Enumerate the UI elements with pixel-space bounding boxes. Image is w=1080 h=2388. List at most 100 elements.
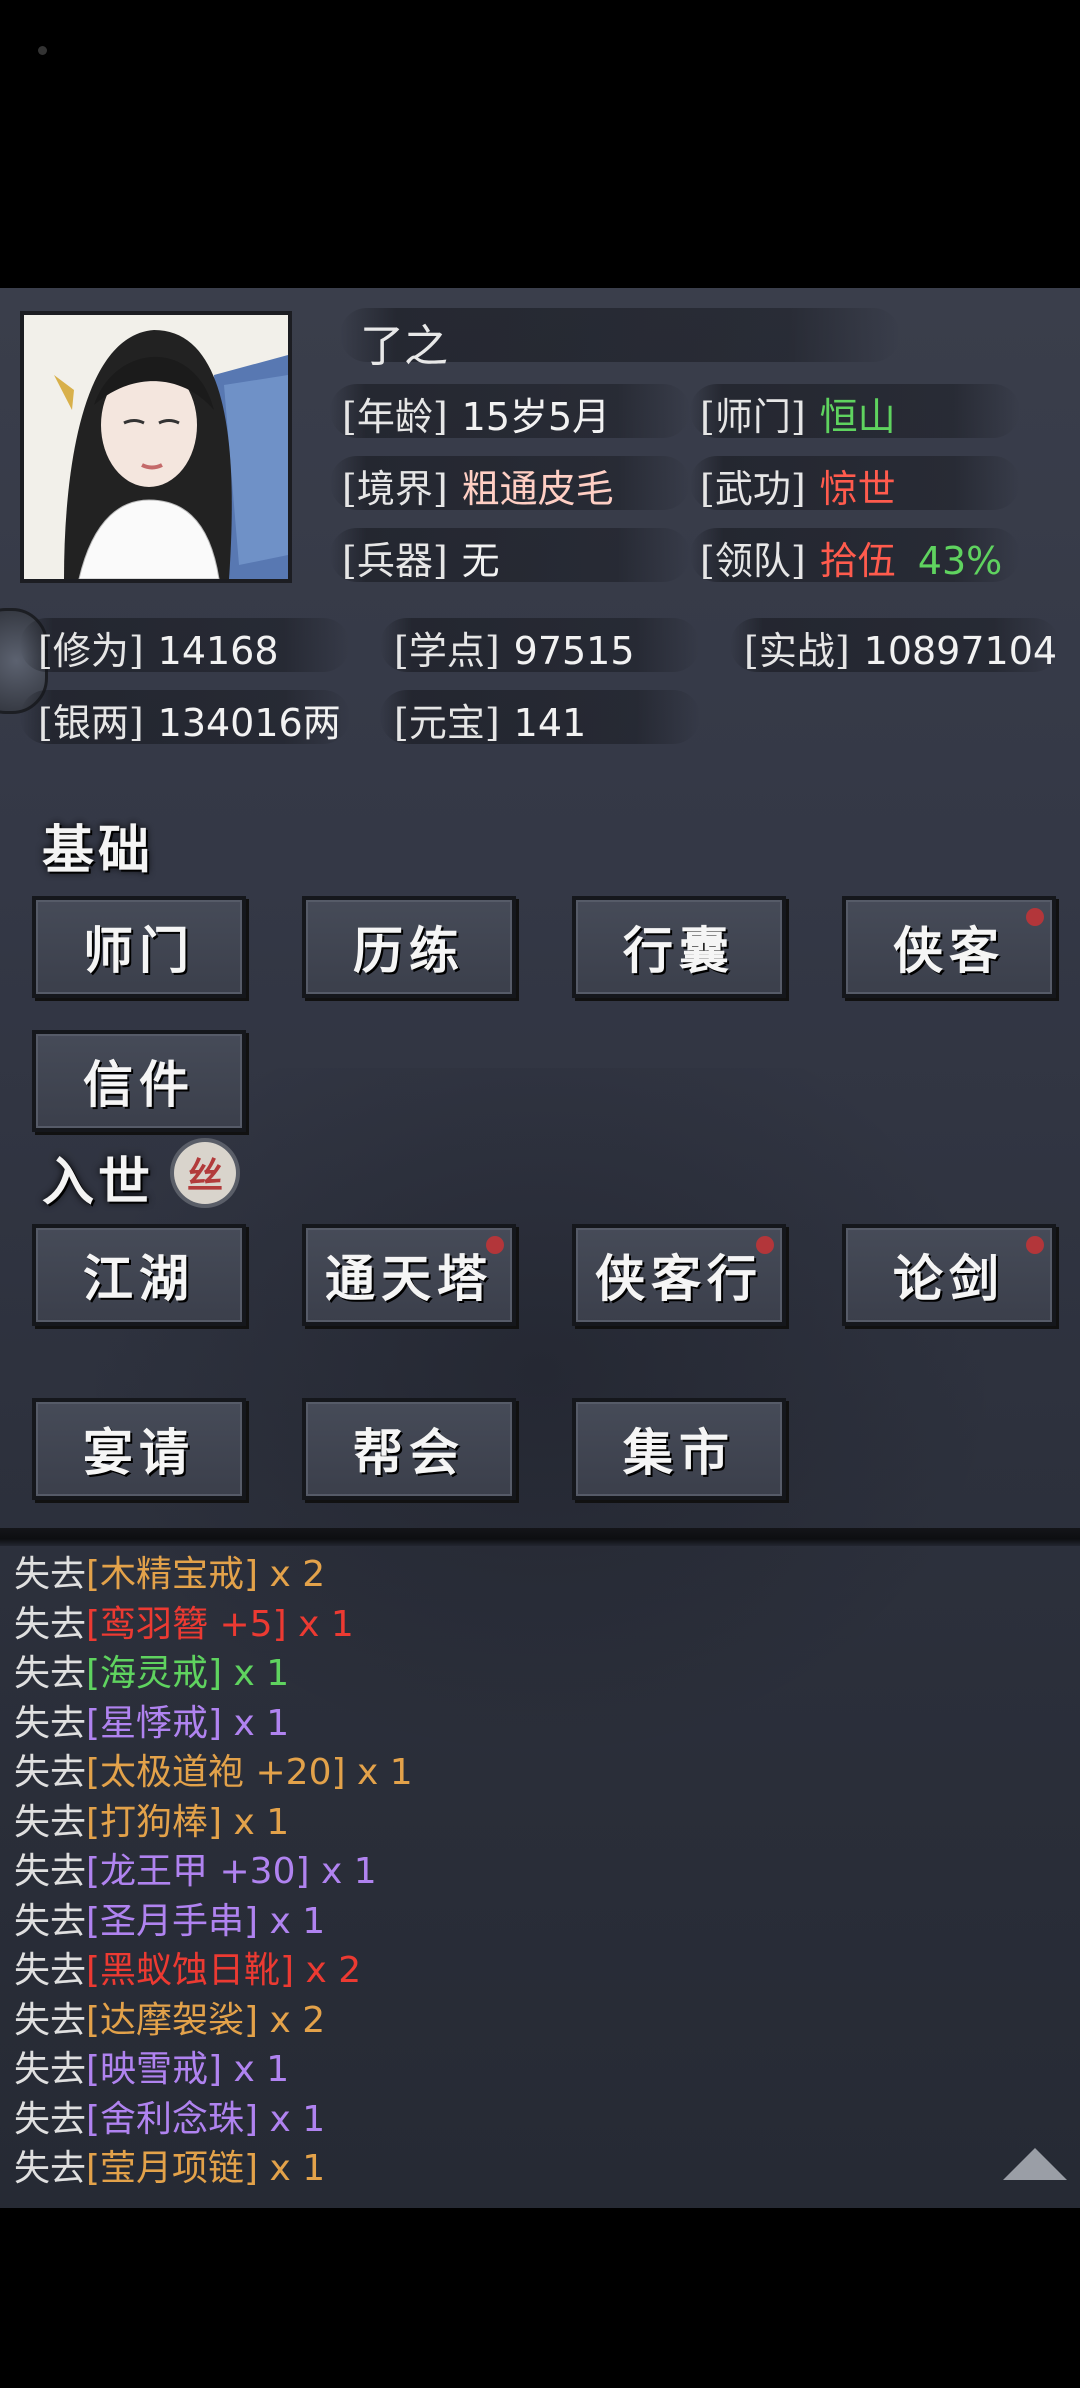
cultivation-stat: [修为] 14168 [38,620,279,675]
status-dot [38,46,47,55]
log-line: 失去[莹月项链] x 1 [14,2144,413,2194]
log-item: [海灵戒] [86,1653,223,1694]
log-qty: x 2 [258,1554,326,1595]
log-item: [龙王甲 +30] [86,1851,310,1892]
message-log: 失去[木精宝戒] x 2 失去[鸾羽簪 +5] x 1 失去[海灵戒] x 1 … [14,1550,413,2194]
weapon-value: 无 [461,539,500,583]
log-qty: x 1 [258,1900,326,1942]
log-item: [映雪戒] [86,2049,223,2090]
cultivation-value: 14168 [157,629,279,673]
log-prefix: 失去 [14,1900,87,1942]
combat-label: [实战] [744,629,850,673]
portrait-image [24,315,288,579]
martial-value[interactable]: 惊世 [820,467,896,511]
martial-label: [武功] [700,467,806,511]
silk-seal-icon[interactable]: 丝 [174,1142,236,1204]
tower-button[interactable]: 通天塔 [302,1224,516,1326]
ingot-value: 141 [513,701,587,745]
log-item: [莹月项链] [86,2148,259,2189]
log-prefix: 失去 [14,1603,87,1645]
world-section-title: 入世 [42,1152,155,1213]
log-item: [星悸戒] [86,1702,223,1744]
team-value[interactable]: 拾伍 [820,539,896,583]
sect-row: [师门] 恒山 [700,386,896,441]
notification-dot [1026,908,1044,926]
inventory-button[interactable]: 行囊 [572,896,786,998]
hero-button[interactable]: 侠客 [842,896,1056,998]
character-panel: 了之 [年龄] 15岁5月 [师门] 恒山 [境界] 粗通皮毛 [武功] 惊世 [兵器]… [0,288,1080,2208]
log-qty: x 2 [258,1999,326,2041]
training-button[interactable]: 历练 [302,896,516,998]
log-prefix: 失去 [14,2098,87,2140]
character-name: 了之 [360,321,448,372]
log-qty: x 1 [258,2098,326,2140]
ingot-stat: [元宝] 141 [394,692,586,747]
log-divider [0,1528,1080,1546]
log-line: 失去[黑蚁蚀日靴] x 2 [14,1946,413,1996]
notification-dot [1026,1236,1044,1254]
sect-label: [师门] [700,395,806,439]
log-qty: x 1 [222,2049,290,2090]
log-prefix: 失去 [14,2148,87,2189]
jianghu-button[interactable]: 江湖 [32,1224,246,1326]
character-portrait[interactable] [20,311,292,583]
combat-stat: [实战] 10897104 [744,620,1057,675]
log-qty: x 1 [222,1801,290,1843]
guild-button[interactable]: 帮会 [302,1398,516,1500]
sect-button[interactable]: 师门 [32,896,246,998]
team-percent: 43% [917,539,1003,583]
sect-value[interactable]: 恒山 [820,395,896,439]
notification-dot [756,1236,774,1254]
log-prefix: 失去 [14,2049,87,2090]
combat-value: 10897104 [863,629,1058,673]
log-line: 失去[映雪戒] x 1 [14,2045,413,2095]
silver-label: [银两] [38,701,144,745]
log-prefix: 失去 [14,1999,87,2041]
age-value: 15岁5月 [461,395,611,439]
log-prefix: 失去 [14,1702,87,1744]
log-prefix: 失去 [14,1554,87,1595]
log-line: 失去[星悸戒] x 1 [14,1699,413,1749]
banquet-button[interactable]: 宴请 [32,1398,246,1500]
log-prefix: 失去 [14,1752,87,1793]
hero-button-label: 侠客 [893,921,1005,980]
log-item: [打狗棒] [86,1801,223,1843]
study-stat: [学点] 97515 [394,620,635,675]
age-row: [年龄] 15岁5月 [342,386,610,441]
tower-button-label: 通天塔 [325,1249,493,1308]
log-line: 失去[舍利念珠] x 1 [14,2095,413,2145]
duel-button[interactable]: 论剑 [842,1224,1056,1326]
log-prefix: 失去 [14,1653,87,1694]
ingot-label: [元宝] [394,701,500,745]
market-button[interactable]: 集市 [572,1398,786,1500]
log-line: 失去[龙王甲 +30] x 1 [14,1847,413,1897]
realm-row: [境界] 粗通皮毛 [342,458,614,513]
study-label: [学点] [394,629,500,673]
realm-label: [境界] [342,467,448,511]
log-qty: x 1 [222,1702,290,1744]
scroll-up-icon[interactable] [1003,2148,1067,2180]
log-line: 失去[鸾羽簪 +5] x 1 [14,1600,413,1650]
log-line: 失去[太极道袍 +20] x 1 [14,1748,413,1798]
mail-button[interactable]: 信件 [32,1030,246,1132]
team-row: [领队] 拾伍 43% [700,530,1002,585]
weapon-row: [兵器] 无 [342,530,500,585]
log-line: 失去[打狗棒] x 1 [14,1798,413,1848]
log-qty: x 1 [222,1653,290,1694]
hero-journey-button[interactable]: 侠客行 [572,1224,786,1326]
age-label: [年龄] [342,395,448,439]
weapon-label: [兵器] [342,539,448,583]
team-label: [领队] [700,539,806,583]
martial-row: [武功] 惊世 [700,458,896,513]
log-qty: x 2 [294,1950,362,1991]
log-item: [达摩袈裟] [86,1999,259,2041]
log-qty: x 1 [258,2148,326,2189]
log-item: [鸾羽簪 +5] [86,1603,287,1645]
cultivation-label: [修为] [38,629,144,673]
study-value: 97515 [513,629,635,673]
log-line: 失去[达摩袈裟] x 2 [14,1996,413,2046]
silver-stat: [银两] 134016两 [38,692,341,747]
log-item: [舍利念珠] [86,2098,259,2140]
log-prefix: 失去 [14,1950,87,1991]
log-prefix: 失去 [14,1851,87,1892]
